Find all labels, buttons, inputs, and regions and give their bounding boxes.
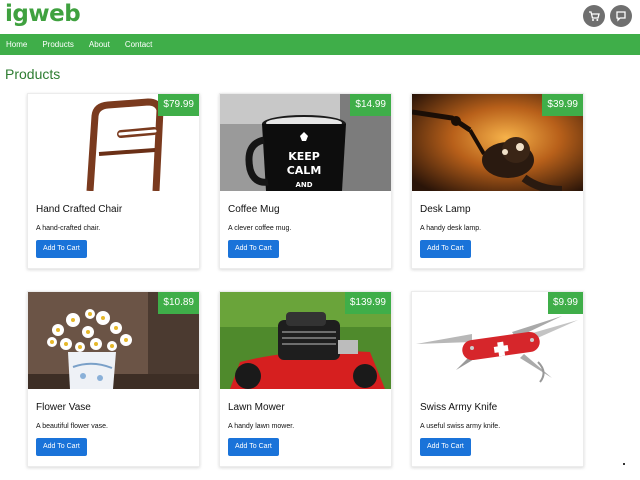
product-description: A hand-crafted chair. — [36, 225, 101, 232]
price-badge: $9.99 — [547, 292, 583, 314]
cart-button[interactable] — [583, 5, 605, 27]
nav-bar: Home Products About Contact — [0, 34, 640, 55]
product-name: Flower Vase — [36, 402, 91, 413]
add-to-cart-button[interactable]: Add To Cart — [228, 240, 279, 258]
page-title: Products — [5, 66, 61, 82]
product-name: Swiss Army Knife — [420, 402, 498, 413]
mug-text-keep: KEEP — [288, 150, 320, 163]
nav-item-contact[interactable]: Contact — [125, 40, 153, 49]
top-bar: igweb — [0, 0, 640, 34]
nav-item-home[interactable]: Home — [6, 40, 27, 49]
product-card-knife: $9.99 Swiss Army Knife A useful swiss ar… — [411, 291, 584, 467]
product-name: Coffee Mug — [228, 204, 280, 215]
product-description: A handy lawn mower. — [228, 423, 295, 430]
product-card-vase: $10.89 Flower Vase A beautiful flower va… — [27, 291, 200, 467]
product-name: Hand Crafted Chair — [36, 204, 123, 215]
add-to-cart-button[interactable]: Add To Cart — [228, 438, 279, 456]
product-card-lamp: $39.99 Desk Lamp A handy desk lamp. Add … — [411, 93, 584, 269]
nav-item-about[interactable]: About — [89, 40, 110, 49]
add-to-cart-button[interactable]: Add To Cart — [420, 240, 471, 258]
product-name: Lawn Mower — [228, 402, 285, 413]
chat-button[interactable] — [610, 5, 632, 27]
product-card-mug: KEEP CALM AND $14.99 Coffee Mug A clever… — [219, 93, 392, 269]
price-badge: $139.99 — [344, 292, 391, 314]
product-card-chair: $79.99 Hand Crafted Chair A hand-crafted… — [27, 93, 200, 269]
product-description: A clever coffee mug. — [228, 225, 292, 232]
add-to-cart-button[interactable]: Add To Cart — [36, 438, 87, 456]
product-description: A handy desk lamp. — [420, 225, 482, 232]
price-badge: $10.89 — [158, 292, 199, 314]
add-to-cart-button[interactable]: Add To Cart — [420, 438, 471, 456]
cart-icon — [589, 11, 600, 21]
product-card-mower: $139.99 Lawn Mower A handy lawn mower. A… — [219, 291, 392, 467]
site-logo[interactable]: igweb — [5, 1, 81, 27]
price-badge: $39.99 — [542, 94, 583, 116]
chat-icon — [616, 11, 626, 22]
add-to-cart-button[interactable]: Add To Cart — [36, 240, 87, 258]
price-badge: $14.99 — [350, 94, 391, 116]
nav-item-products[interactable]: Products — [42, 40, 74, 49]
product-name: Desk Lamp — [420, 204, 471, 215]
stray-dot — [623, 463, 625, 465]
mug-text-and: AND — [295, 181, 312, 189]
price-badge: $79.99 — [158, 94, 199, 116]
product-description: A beautiful flower vase. — [36, 423, 108, 430]
product-description: A useful swiss army knife. — [420, 423, 501, 430]
mug-text-calm: CALM — [287, 164, 322, 177]
